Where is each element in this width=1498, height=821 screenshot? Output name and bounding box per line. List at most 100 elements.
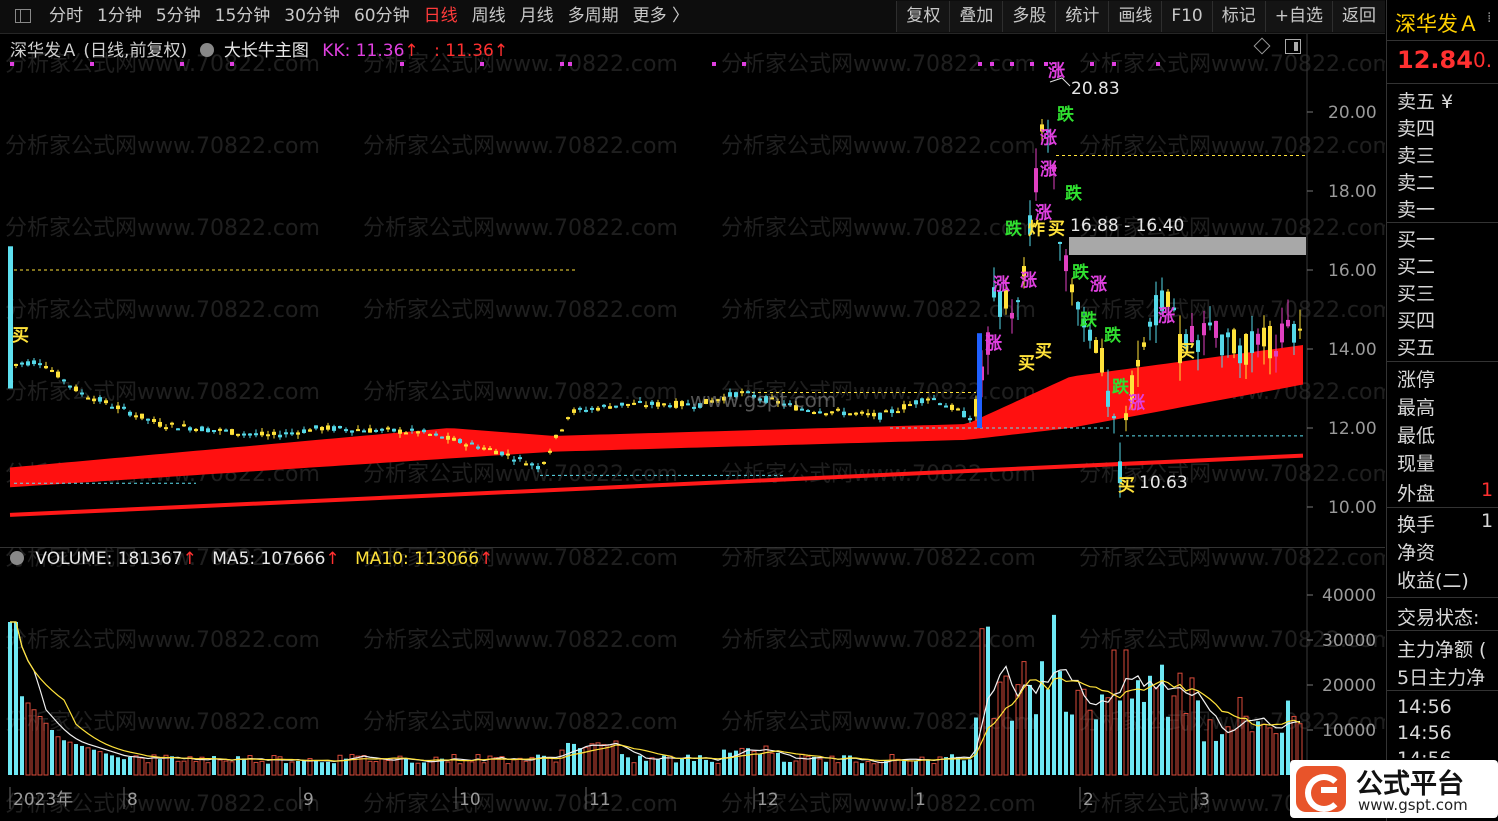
tab-5min[interactable]: 5分钟: [149, 0, 208, 33]
volume-bar: [1214, 740, 1218, 775]
f10-button[interactable]: F10: [1161, 1, 1212, 32]
volume-bar: [1040, 661, 1044, 775]
candle-body: [956, 408, 960, 411]
signal-label-buy: 买: [1118, 476, 1135, 496]
candle-body: [398, 429, 402, 434]
tab-30min[interactable]: 30分钟: [277, 0, 347, 33]
tab-1min[interactable]: 1分钟: [90, 0, 149, 33]
candle-body: [662, 403, 666, 406]
volume-bar: [680, 758, 684, 775]
tab-fenshi[interactable]: 分时: [42, 0, 90, 33]
volume-bar: [367, 760, 373, 776]
volume-chart[interactable]: 分析家公式网www.70822.com 分析家公式网www.70822.com 分析…: [0, 547, 1385, 817]
candle-body: [68, 385, 72, 388]
candle-body: [476, 446, 480, 449]
candle-body: [1238, 345, 1242, 364]
price-tick-label: 12.00: [1328, 419, 1377, 439]
candle-body: [1142, 342, 1146, 347]
candle-body: [566, 417, 570, 420]
tab-60min[interactable]: 60分钟: [347, 0, 417, 33]
candle-body: [146, 418, 150, 421]
side-price: 12.84: [1397, 46, 1473, 74]
price-tick-label: 14.00: [1328, 340, 1377, 360]
tab-monthly[interactable]: 月线: [513, 0, 561, 33]
turnover-value: 1: [1481, 510, 1494, 532]
candle-body: [902, 404, 906, 410]
volume-bar: [128, 757, 132, 775]
main-price-chart[interactable]: 分析家公式网www.70822.com 分析家公式网www.70822.com 分析…: [0, 34, 1385, 546]
range-annotation: 16.88 - 16.40: [1070, 216, 1184, 236]
add-watchlist-button[interactable]: +自选: [1264, 1, 1332, 32]
tab-multi-period[interactable]: 多周期: [561, 0, 626, 33]
candle-body: [1064, 255, 1068, 272]
volume-bar: [704, 759, 708, 775]
volume-bar: [547, 756, 553, 776]
candle-body: [386, 427, 390, 430]
side-stock-name[interactable]: 深华发Ａ: [1395, 8, 1479, 38]
volume-tick-label: 10000: [1322, 721, 1376, 741]
candle-body: [977, 333, 982, 428]
candle-body: [632, 402, 636, 405]
candle-body: [1124, 413, 1128, 421]
candle-body: [44, 365, 48, 369]
candle-body: [332, 426, 336, 431]
candle-body: [1256, 333, 1260, 345]
indicator-name[interactable]: 大长牛主图: [224, 41, 309, 61]
multi-stock-button[interactable]: 多股: [1002, 1, 1056, 32]
volume-bar: [289, 761, 295, 776]
volume-bar: [404, 758, 408, 775]
candle-body: [932, 398, 936, 401]
date-label: 2: [1083, 790, 1094, 810]
indicator-settings-icon[interactable]: [200, 43, 215, 57]
candle-body: [62, 379, 66, 382]
candle-body: [836, 408, 840, 411]
tab-15min[interactable]: 15分钟: [208, 0, 278, 33]
candle-body: [404, 432, 408, 435]
price-tick-label: 16.00: [1328, 261, 1377, 281]
tab-daily[interactable]: 日线: [417, 0, 465, 33]
candle-body: [1010, 312, 1014, 319]
sell-2: 卖二: [1397, 172, 1436, 194]
volume-bar: [626, 757, 630, 775]
volume-bar: [674, 762, 678, 775]
candle-body: [1232, 329, 1236, 354]
signal-dot: [1010, 62, 1014, 66]
stock-chart-title[interactable]: 深华发Ａ (日线,前复权): [10, 41, 187, 61]
buy-4: 买四: [1397, 310, 1436, 332]
volume-bar: [20, 696, 24, 775]
expand-icon[interactable]: ⁞: [1487, 10, 1497, 28]
candle-body: [14, 363, 18, 366]
volume-bar: [1249, 731, 1255, 776]
volume-bar: [1256, 721, 1260, 775]
overlay-button[interactable]: 叠加: [949, 1, 1003, 32]
candle-body: [410, 428, 414, 431]
volume-chart-svg[interactable]: 分析家公式网www.70822.com 分析家公式网www.70822.com 分析…: [0, 547, 1385, 817]
date-label: 9: [303, 790, 314, 810]
signal-dot: [480, 62, 484, 66]
tab-weekly[interactable]: 周线: [465, 0, 513, 33]
back-button[interactable]: 返回: [1332, 1, 1385, 32]
signal-dot: [712, 62, 716, 66]
layout-toggle-icon[interactable]: [8, 0, 42, 33]
price-chart-svg[interactable]: 分析家公式网www.70822.com 分析家公式网www.70822.com 分析…: [0, 34, 1385, 546]
candle-body: [302, 429, 306, 433]
panel-toggle-icon[interactable]: [1285, 39, 1301, 54]
indicator-settings-icon[interactable]: [10, 551, 24, 565]
fuquan-button[interactable]: 复权: [896, 1, 950, 32]
volume-bar: [517, 757, 523, 776]
candle-body: [1274, 351, 1278, 357]
up-arrow-icon: ↑: [325, 549, 340, 569]
volume-bar: [914, 760, 918, 775]
candle-body: [368, 428, 372, 433]
statistics-button[interactable]: 统计: [1055, 1, 1109, 32]
candle-body: [278, 434, 282, 438]
candle-body: [680, 401, 684, 407]
candle-body: [452, 437, 456, 441]
volume-bar: [578, 748, 582, 775]
draw-line-button[interactable]: 画线: [1108, 1, 1162, 32]
watermark-text: 分析家公式网www.70822.com: [363, 380, 678, 405]
candle-body: [488, 448, 492, 451]
tab-more[interactable]: 更多 〉: [626, 0, 696, 33]
mark-button[interactable]: 标记: [1211, 1, 1265, 32]
volume-bar: [715, 762, 721, 776]
